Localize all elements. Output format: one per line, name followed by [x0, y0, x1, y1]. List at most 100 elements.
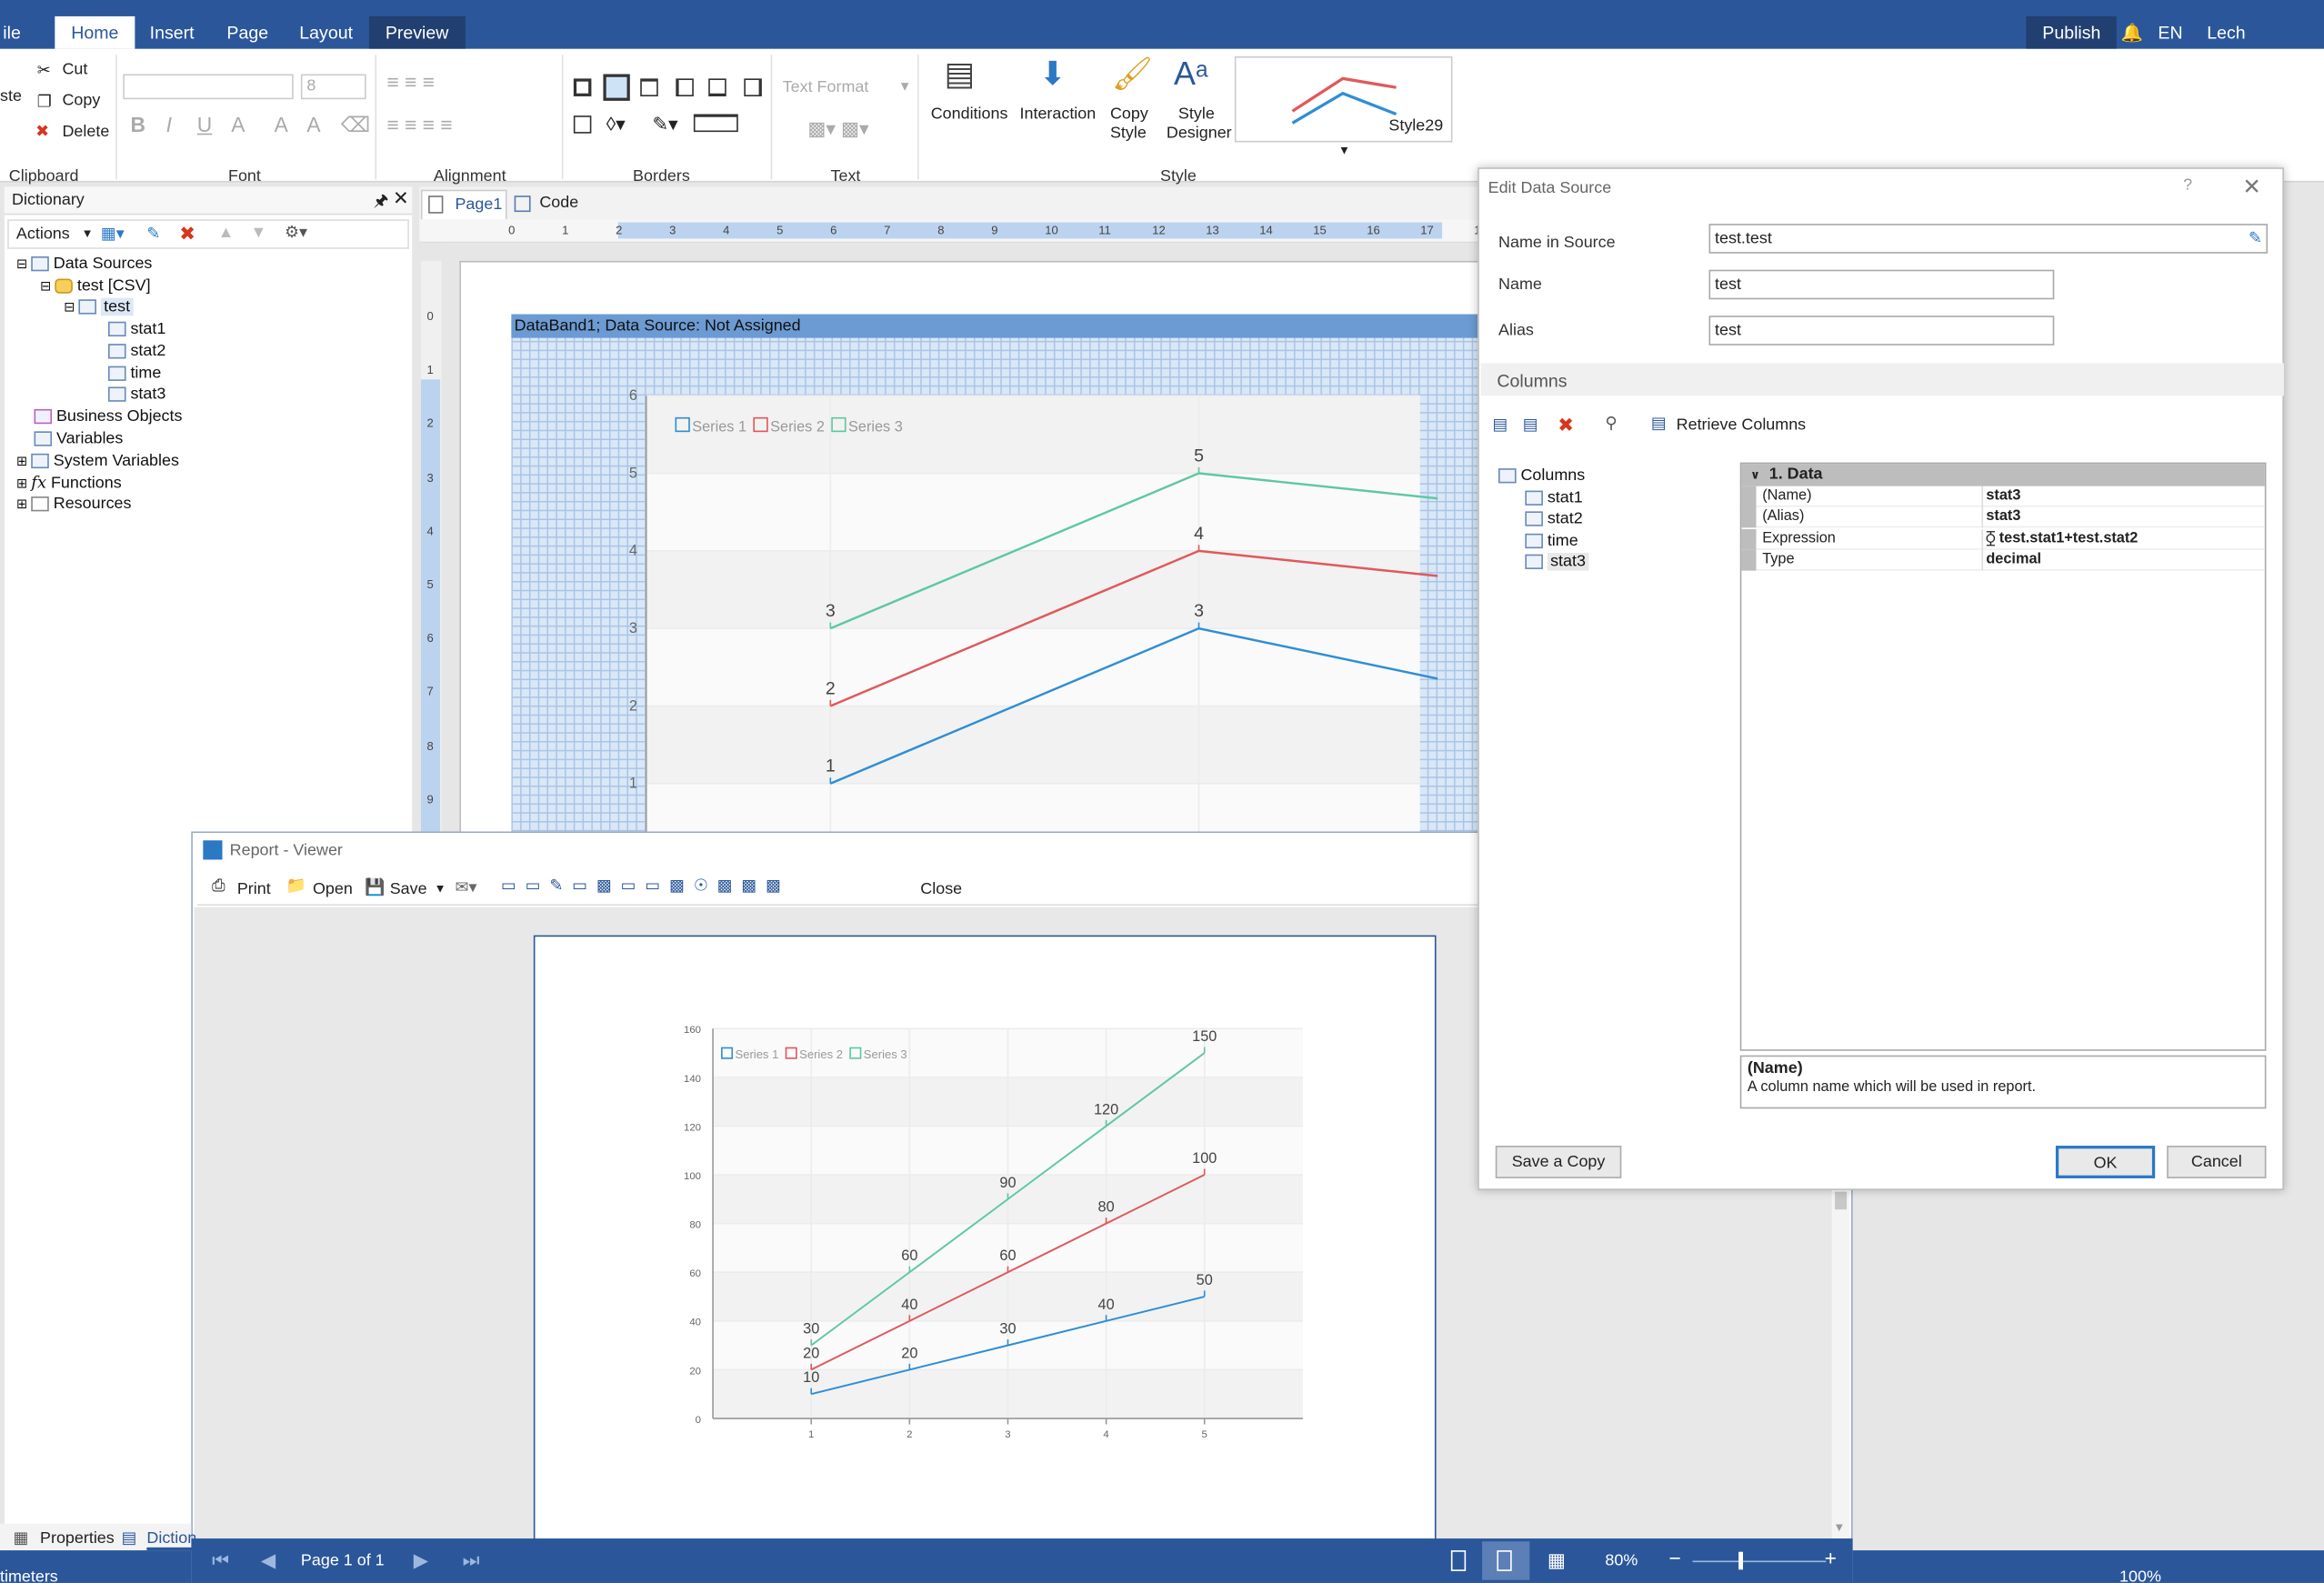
alias-input[interactable]: test: [1708, 316, 2055, 346]
design-chart[interactable]: 123456Series 1Series 2Series 3132243,535…: [619, 378, 1438, 832]
underline-icon[interactable]: U: [197, 113, 213, 136]
tab-dictionary[interactable]: Diction: [146, 1529, 197, 1551]
multi-page-icon[interactable]: ▦: [1548, 1548, 1566, 1572]
tree-item-stat2[interactable]: stat2: [107, 343, 165, 360]
style-designer-button-line1[interactable]: Style: [1178, 105, 1215, 124]
tree-item-test-csv[interactable]: ⊟ test [CSV]: [40, 277, 151, 296]
tree-item-stat2[interactable]: stat2: [1525, 510, 1583, 527]
scroll-down-icon[interactable]: ▼: [1833, 1520, 1845, 1534]
data-band-header[interactable]: DataBand1; Data Source: Not Assigned: [511, 314, 1479, 338]
property-category[interactable]: ∨ 1. Data: [1741, 464, 2265, 486]
print-button[interactable]: Print: [237, 880, 271, 898]
grow-font-icon[interactable]: A: [275, 113, 288, 136]
units-select[interactable]: timeters: [0, 1568, 58, 1583]
name-input[interactable]: test: [1708, 269, 2055, 300]
italic-icon[interactable]: I: [166, 113, 172, 136]
border-outline-icon[interactable]: [603, 74, 630, 101]
zoom-slider-thumb[interactable]: [1738, 1551, 1743, 1570]
retrieve-columns-button[interactable]: Retrieve Columns: [1677, 416, 1807, 435]
border-bottom-icon[interactable]: [708, 78, 726, 96]
prev-page-icon[interactable]: ◀: [261, 1548, 275, 1572]
tab-layout[interactable]: Layout: [299, 16, 353, 49]
align-top-icon[interactable]: ≡ ≡ ≡: [386, 70, 435, 94]
tab-preview[interactable]: Preview: [368, 15, 466, 49]
language-select[interactable]: EN: [2158, 16, 2182, 49]
next-page-icon[interactable]: ▶: [414, 1548, 428, 1572]
font-name-select[interactable]: [123, 74, 294, 100]
border-style-icon[interactable]: [693, 114, 738, 133]
close-button[interactable]: Close: [920, 880, 962, 898]
shrink-font-icon[interactable]: A: [306, 113, 320, 136]
close-icon[interactable]: ✕: [393, 186, 409, 210]
text-format-select[interactable]: Text Format: [783, 78, 869, 96]
viewer-scrollbar[interactable]: ▼: [1831, 1191, 1850, 1542]
align-left-icon[interactable]: ≡ ≡ ≡ ≡: [386, 113, 452, 136]
delete-icon[interactable]: ✖: [179, 223, 195, 246]
bell-icon[interactable]: 🔔: [2121, 16, 2143, 49]
column-toolbar-icons[interactable]: ▤▤: [1493, 415, 1554, 435]
gear-icon[interactable]: ⚙▾: [285, 223, 307, 242]
delete-column-icon[interactable]: ✖: [1558, 414, 1574, 437]
edit-icon[interactable]: ✎: [146, 224, 160, 244]
tab-page[interactable]: Page: [226, 16, 268, 49]
style-gallery[interactable]: Style29: [1234, 55, 1453, 143]
property-value[interactable]: ⧲ test.stat1+test.stat2: [1986, 528, 2138, 549]
single-page-icon[interactable]: [1450, 1550, 1467, 1571]
pin-icon[interactable]: 🖈: [374, 188, 389, 216]
property-row[interactable]: Type decimal: [1741, 549, 2265, 571]
tree-item-time[interactable]: time: [107, 365, 161, 383]
copy-button[interactable]: Copy: [62, 92, 100, 110]
tab-home[interactable]: Home: [55, 15, 135, 49]
tab-insert[interactable]: Insert: [150, 16, 195, 49]
border-left-icon[interactable]: [676, 78, 694, 96]
page-tools-icons[interactable]: ▭▭✎▭▩▭▭▩☉▩▩▩: [501, 876, 790, 896]
shadow-icon[interactable]: [573, 115, 592, 134]
property-value[interactable]: decimal: [1986, 550, 2041, 571]
property-value[interactable]: stat3: [1986, 507, 2020, 528]
actions-menu[interactable]: Actions: [16, 225, 70, 244]
menu-file[interactable]: ile: [3, 16, 21, 49]
name-in-source-input[interactable]: test.test: [1708, 224, 2269, 254]
chevron-down-icon[interactable]: ▼: [435, 882, 446, 896]
move-up-icon[interactable]: ▲: [218, 224, 235, 242]
preview-chart[interactable]: 0 20 40 60 80 100 120 140 160 1 2 3 4 5 Series 1 Series…: [654, 1011, 1336, 1456]
tree-item-data-sources[interactable]: ⊟ Data Sources: [16, 255, 152, 273]
user-name[interactable]: Lech Kulikowsk: [2207, 16, 2324, 75]
tree-item-system-variables[interactable]: ⊞ System Variables: [16, 452, 179, 470]
property-row[interactable]: (Alias) stat3: [1741, 506, 2265, 528]
tab-code[interactable]: Code: [539, 195, 578, 213]
cancel-button[interactable]: Cancel: [2167, 1146, 2267, 1178]
send-icon[interactable]: ✉▾: [455, 877, 476, 897]
font-size-select[interactable]: 8: [300, 74, 366, 100]
edit-icon[interactable]: ✎: [2249, 228, 2262, 248]
format-icon[interactable]: ▩▾ ▩▾: [807, 117, 868, 141]
conditions-button[interactable]: Conditions: [931, 105, 1008, 124]
move-down-icon[interactable]: ▼: [250, 224, 266, 242]
zoom-out-icon[interactable]: −: [1668, 1546, 1680, 1569]
last-page-icon[interactable]: ⏭: [463, 1548, 480, 1572]
tree-item-stat3[interactable]: stat3: [1525, 553, 1589, 571]
border-all-icon[interactable]: [573, 78, 592, 96]
delete-button[interactable]: Delete: [62, 123, 109, 141]
interaction-button[interactable]: Interaction: [1020, 105, 1097, 124]
close-icon[interactable]: ✕: [2242, 174, 2261, 200]
tree-item-stat3[interactable]: stat3: [107, 386, 165, 403]
gallery-more-icon[interactable]: ▼: [1338, 144, 1350, 157]
cut-button[interactable]: Cut: [62, 61, 87, 79]
tree-item-time[interactable]: time: [1525, 532, 1578, 550]
help-button[interactable]: ?: [2183, 176, 2192, 195]
zoom-slider[interactable]: [1692, 1560, 1827, 1563]
copy-style-button-line2[interactable]: Style: [1110, 125, 1147, 143]
property-value[interactable]: stat3: [1986, 486, 2020, 507]
save-button[interactable]: Save: [390, 880, 427, 898]
tab-properties[interactable]: Properties: [40, 1529, 115, 1548]
tree-item-stat1[interactable]: stat1: [107, 320, 165, 338]
first-page-icon[interactable]: ⏮: [212, 1548, 229, 1572]
style-designer-button-line2[interactable]: Designer: [1167, 125, 1232, 143]
open-button[interactable]: Open: [313, 880, 353, 898]
tree-item-functions[interactable]: ⊞ fx Functions: [16, 473, 122, 492]
tree-item-test[interactable]: ⊟ test: [64, 297, 134, 316]
tree-item-business-objects[interactable]: Business Objects: [34, 407, 182, 426]
save-copy-button[interactable]: Save a Copy: [1495, 1146, 1622, 1178]
copy-style-button-line1[interactable]: Copy: [1110, 105, 1148, 124]
